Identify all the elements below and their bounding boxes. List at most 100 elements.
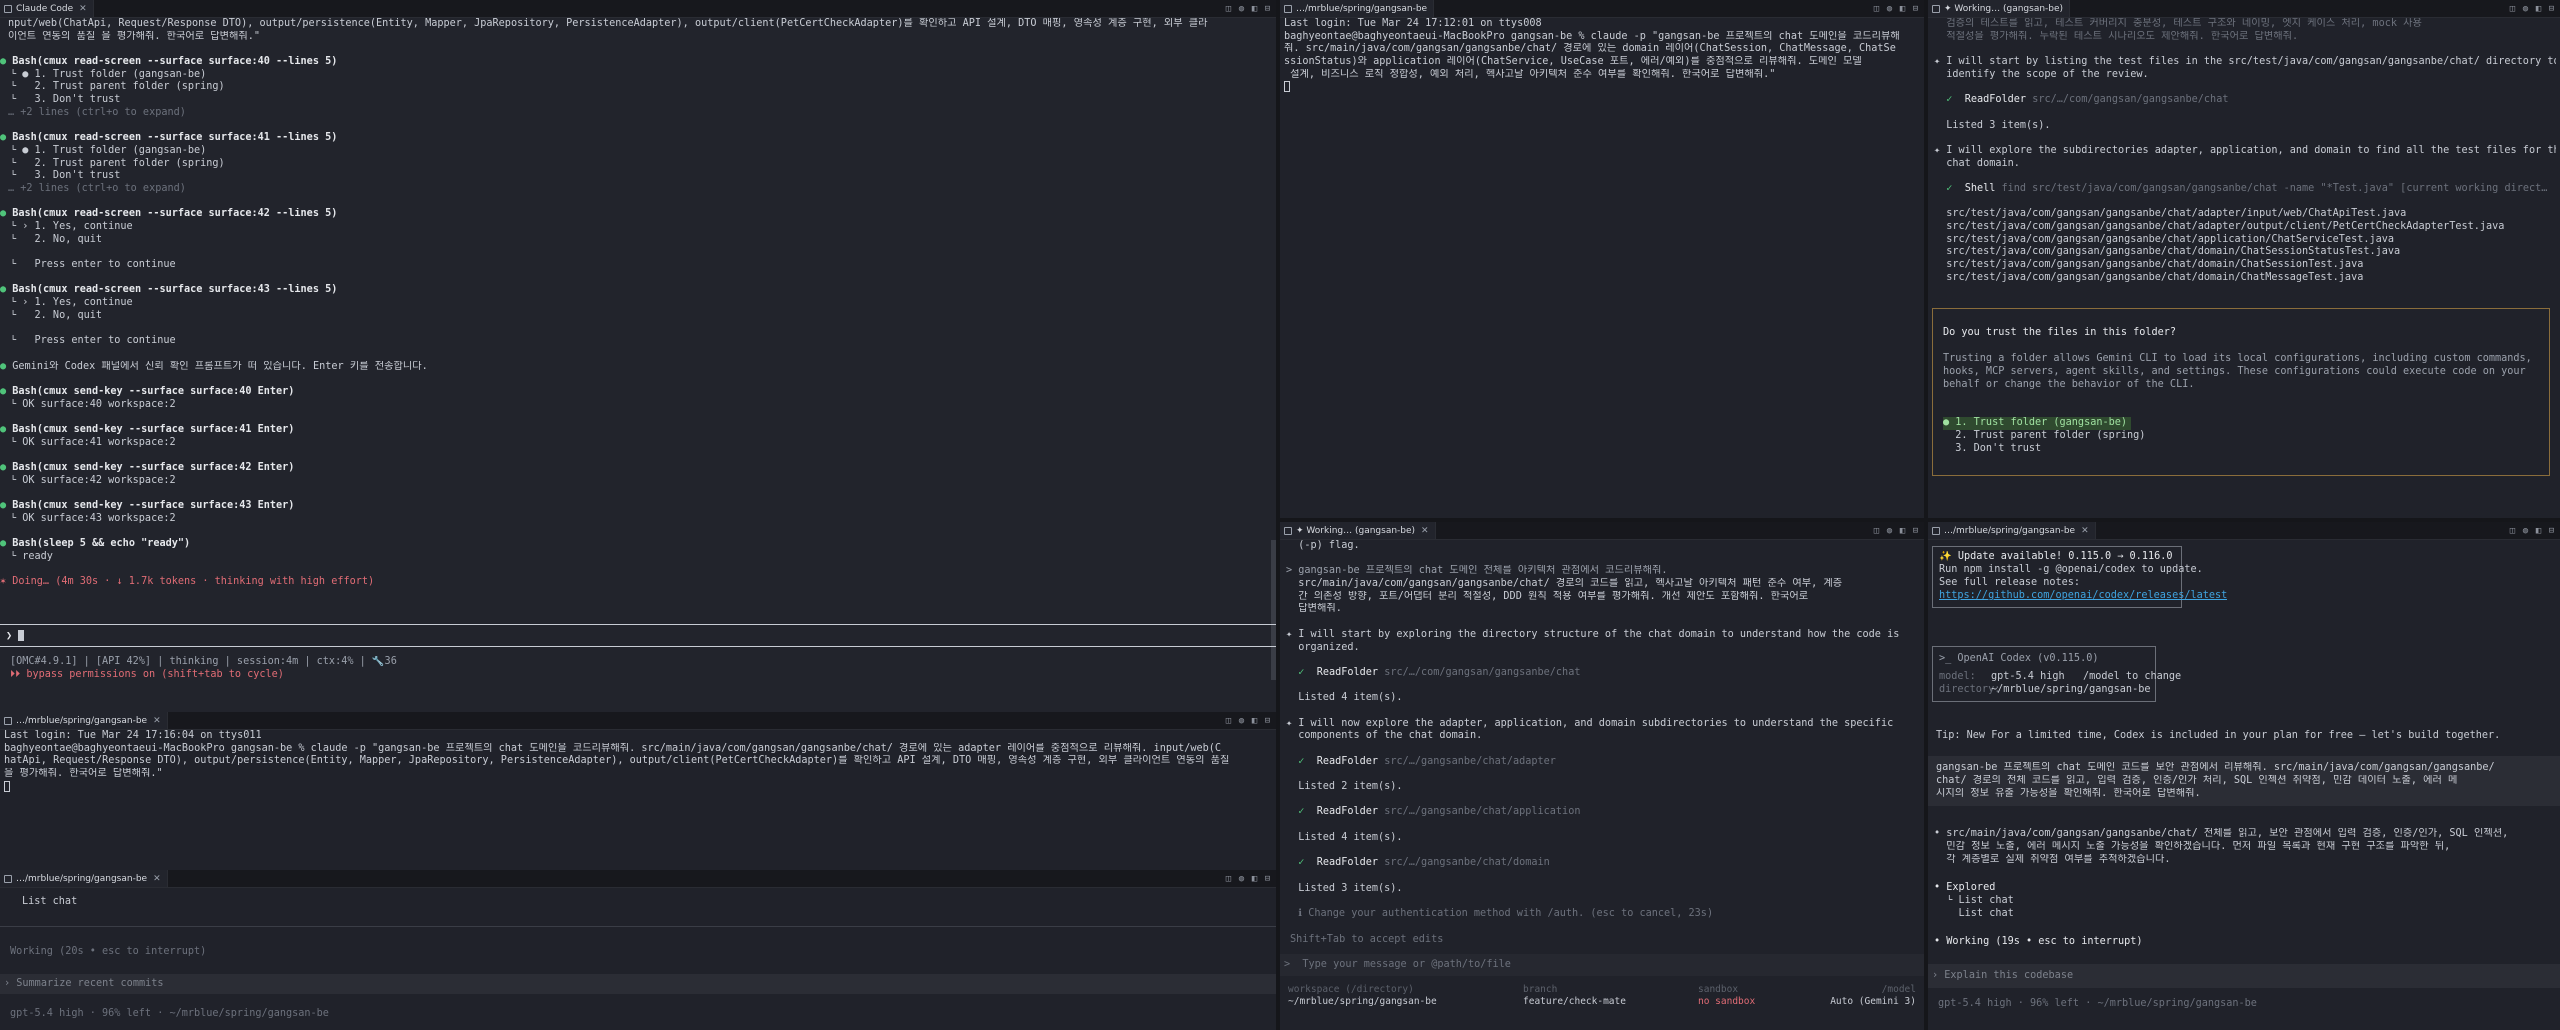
- output-line: Listed 4 item(s).: [1286, 692, 1403, 704]
- trust-dialog-title: Do you trust the files in this folder?: [1943, 327, 2177, 338]
- split-icon[interactable]: ◫: [1224, 4, 1233, 14]
- split-horizontal-icon[interactable]: ⊟: [1263, 716, 1272, 726]
- split-icon[interactable]: ◫: [1224, 874, 1233, 884]
- split-horizontal-icon[interactable]: ⊟: [1263, 4, 1272, 14]
- terminal-pane-top-middle[interactable]: …/mrblue/spring/gangsan-be ◫ ◍ ◧ ⊟ Last log…: [1280, 0, 1924, 518]
- close-icon[interactable]: ✕: [153, 716, 161, 726]
- tab-gemini-working[interactable]: ✦ Working… (gangsan-be) ✕: [1280, 522, 1436, 539]
- output-line: └ 2. No, quit: [10, 233, 103, 245]
- status-dot-icon: ●: [0, 424, 13, 435]
- input-placeholder[interactable]: Type your message or @path/to/file: [1290, 959, 1511, 970]
- input-placeholder[interactable]: Explain this codebase: [1944, 970, 2073, 981]
- split-icon[interactable]: ◫: [1872, 526, 1881, 536]
- tab-gangsan-be[interactable]: …/mrblue/spring/gangsan-be ✕: [0, 712, 168, 729]
- globe-icon[interactable]: ◍: [1237, 716, 1246, 726]
- close-icon[interactable]: ✕: [2081, 526, 2089, 536]
- split-horizontal-icon[interactable]: ⊟: [2547, 4, 2556, 14]
- split-icon[interactable]: ◫: [2508, 4, 2517, 14]
- split-vertical-icon[interactable]: ◧: [1898, 526, 1907, 536]
- split-horizontal-icon[interactable]: ⊟: [2547, 526, 2556, 536]
- split-horizontal-icon[interactable]: ⊟: [1911, 4, 1920, 14]
- split-icon[interactable]: ◫: [1872, 4, 1881, 14]
- codex-pane-bottom-left[interactable]: …/mrblue/spring/gangsan-be ✕ ◫ ◍ ◧ ⊟ List ch…: [0, 870, 1276, 1030]
- output-line: ✓ Shell find src/test/java/com/gangsan/g…: [1946, 182, 2548, 194]
- split-horizontal-icon[interactable]: ⊟: [1911, 526, 1920, 536]
- output-line: ✦ I will now explore the adapter, applic…: [1286, 717, 1894, 729]
- pane-controls: ◫ ◍ ◧ ⊟: [1872, 0, 1920, 17]
- output-line: Listed 2 item(s).: [1286, 781, 1403, 793]
- globe-icon[interactable]: ◍: [1885, 526, 1894, 536]
- pane-controls: ◫ ◍ ◧ ⊟: [1872, 522, 1920, 539]
- gemini-pane-middle[interactable]: ✦ Working… (gangsan-be) ✕ ◫ ◍ ◧ ⊟ (-p) flag.…: [1280, 522, 1924, 1030]
- split-icon[interactable]: ◫: [2508, 526, 2517, 536]
- output-line: ● Bash(cmux read-screen --surface surfac…: [0, 284, 338, 296]
- status-dot-icon: ●: [0, 284, 13, 296]
- release-notes-link[interactable]: https://github.com/openai/codex/releases…: [1939, 590, 2227, 603]
- user-prompt-block: gangsan-be 프로젝트의 chat 도메인 코드를 보안 관점에서 리뷰…: [1928, 756, 2560, 806]
- claude-code-pane[interactable]: Claude Code ✕ ◫ ◍ ◧ ⊟ nput/web(ChatApi, Requ…: [0, 0, 1276, 712]
- split-vertical-icon[interactable]: ◧: [2534, 526, 2543, 536]
- tab-gangsan-be[interactable]: …/mrblue/spring/gangsan-be: [1280, 0, 1435, 17]
- globe-icon[interactable]: ◍: [1885, 4, 1894, 14]
- globe-icon[interactable]: ◍: [2521, 4, 2530, 14]
- trust-option-dont-trust[interactable]: 3. Don't trust: [1943, 443, 2041, 456]
- workspace-value: ~/mrblue/spring/gangsan-be: [1288, 996, 1437, 1007]
- trust-option-parent-folder[interactable]: 2. Trust parent folder (spring): [1943, 430, 2145, 443]
- terminal-icon: [4, 4, 12, 13]
- output-line: └ Press enter to continue: [10, 335, 176, 347]
- status-dot-icon: ●: [0, 462, 13, 474]
- close-icon[interactable]: ✕: [1421, 526, 1429, 536]
- terminal-icon: [1284, 4, 1292, 13]
- composer[interactable]: › Explain this codebase: [1928, 964, 2560, 988]
- output-line: └ 2. No, quit: [10, 309, 103, 321]
- tab-gangsan-be[interactable]: …/mrblue/spring/gangsan-be ✕: [0, 870, 168, 887]
- answer-line: • src/main/java/com/gangsan/gangsanbe/ch…: [1934, 828, 2509, 839]
- split-horizontal-icon[interactable]: ⊟: [1263, 874, 1272, 884]
- close-icon[interactable]: ✕: [79, 4, 87, 14]
- command-line: 설계, 비즈니스 로직 정합성, 예외 처리, 헥사고날 아키텍처 준수 여부를…: [1284, 68, 1776, 80]
- output-line: └ › 1. Yes, continue: [10, 297, 133, 309]
- split-vertical-icon[interactable]: ◧: [1898, 4, 1907, 14]
- gemini-input[interactable]: > Type your message or @path/to/file: [1280, 954, 1924, 976]
- tab-bar: …/mrblue/spring/gangsan-be ✕ ◫ ◍ ◧ ⊟: [1928, 522, 2560, 540]
- globe-icon[interactable]: ◍: [1237, 4, 1246, 14]
- command-line: ssionStatus)와 application 레이어(ChatServic…: [1284, 56, 1862, 68]
- pane-controls: ◫ ◍ ◧ ⊟: [1224, 712, 1272, 729]
- tab-claude-code[interactable]: Claude Code ✕: [0, 0, 94, 17]
- split-icon[interactable]: ◫: [1224, 716, 1233, 726]
- output-line: 적절성을 평가해줘. 누락된 테스트 시나리오도 제안해줘. 한국어로 답변해줘…: [1934, 30, 2299, 42]
- output-line: └ Press enter to continue: [10, 259, 176, 271]
- codex-pane-right[interactable]: …/mrblue/spring/gangsan-be ✕ ◫ ◍ ◧ ⊟ ✨ Updat…: [1928, 522, 2560, 1030]
- pane-controls: ◫ ◍ ◧ ⊟: [1224, 0, 1272, 17]
- gemini-pane-top-right[interactable]: ✦ Working… (gangsan-be) ◫ ◍ ◧ ⊟ 검증의 테스트를 읽고…: [1928, 0, 2560, 518]
- list-line: List chat: [22, 896, 78, 907]
- composer[interactable]: › Summarize recent commits: [0, 974, 1276, 994]
- prompt-line[interactable]: ❯: [6, 630, 25, 643]
- output-line: └ ready: [10, 550, 53, 562]
- split-vertical-icon[interactable]: ◧: [2534, 4, 2543, 14]
- tab-gemini-working[interactable]: ✦ Working… (gangsan-be): [1928, 0, 2071, 17]
- close-icon[interactable]: ✕: [153, 874, 161, 884]
- codex-title: >_ OpenAI Codex (v0.115.0): [1939, 653, 2099, 664]
- globe-icon[interactable]: ◍: [1237, 874, 1246, 884]
- command-line: hatApi, Request/Response DTO), output/pe…: [4, 755, 1230, 767]
- output-line: src/test/java/com/gangsan/gangsanbe/chat…: [1934, 246, 2401, 258]
- split-vertical-icon[interactable]: ◧: [1250, 874, 1259, 884]
- terminal-icon: [1932, 4, 1940, 13]
- split-vertical-icon[interactable]: ◧: [1250, 716, 1259, 726]
- tab-gangsan-be[interactable]: …/mrblue/spring/gangsan-be ✕: [1928, 522, 2096, 539]
- cursor: [18, 630, 25, 641]
- output-line: 이언트 연동의 품질 을 평가해줘. 한국어로 답변해줘.": [8, 30, 261, 42]
- model-value: Auto (Gemini 3): [1830, 996, 1916, 1007]
- terminal-pane-middle-left[interactable]: …/mrblue/spring/gangsan-be ✕ ◫ ◍ ◧ ⊟ Last lo…: [0, 712, 1276, 870]
- codex-directory: ~/mrblue/spring/gangsan-be: [1991, 684, 2151, 695]
- globe-icon[interactable]: ◍: [2521, 526, 2530, 536]
- trust-option-trust-folder[interactable]: ● 1. Trust folder (gangsan-be): [1943, 417, 2132, 430]
- tab-bar: …/mrblue/spring/gangsan-be ◫ ◍ ◧ ⊟: [1280, 0, 1924, 18]
- split-vertical-icon[interactable]: ◧: [1250, 4, 1259, 14]
- input-placeholder[interactable]: Summarize recent commits: [16, 978, 163, 989]
- tab-bar: ✦ Working… (gangsan-be) ✕ ◫ ◍ ◧ ⊟: [1280, 522, 1924, 540]
